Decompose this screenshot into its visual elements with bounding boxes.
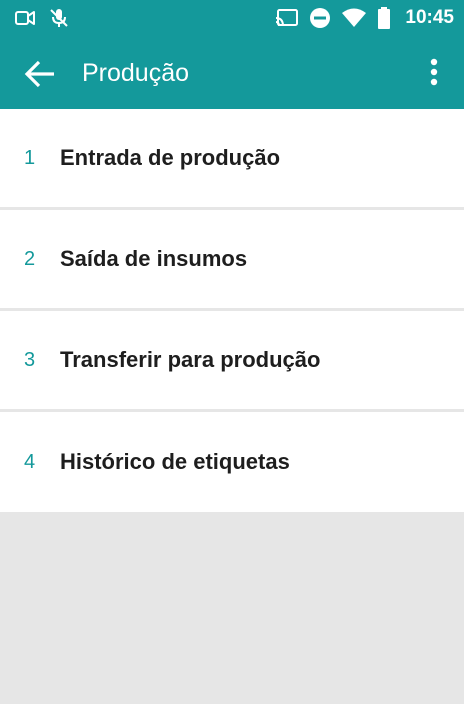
app-bar: Produção xyxy=(0,36,464,109)
back-button[interactable] xyxy=(18,52,62,96)
list-item-label: Saída de insumos xyxy=(60,246,248,271)
more-options-button[interactable] xyxy=(422,52,446,92)
list-item-saida-de-insumos[interactable]: 2 Saída de insumos xyxy=(0,210,464,311)
list-item-number: 2 xyxy=(24,247,36,270)
list-item-label: Entrada de produção xyxy=(60,145,281,170)
list-item-label: Transferir para produção xyxy=(60,347,321,372)
cast-icon xyxy=(275,8,299,28)
page-title: Produção xyxy=(82,59,190,87)
list-item-entrada-de-producao[interactable]: 1 Entrada de produção xyxy=(0,109,464,210)
video-camera-icon xyxy=(14,9,36,27)
empty-background xyxy=(0,517,464,704)
more-vertical-icon xyxy=(430,58,438,86)
list-item-historico-de-etiquetas[interactable]: 4 Histórico de etiquetas xyxy=(0,412,464,512)
status-time: 10:45 xyxy=(405,7,454,28)
list-item-number: 1 xyxy=(24,146,36,169)
wifi-icon xyxy=(341,8,367,28)
do-not-disturb-icon xyxy=(309,7,331,29)
list-item-label: Histórico de etiquetas xyxy=(60,449,290,474)
arrow-back-icon xyxy=(24,60,56,88)
battery-icon xyxy=(377,7,391,29)
status-left-icons xyxy=(14,7,70,29)
status-right-icons: 10:45 xyxy=(275,6,454,30)
list-item-transferir-para-producao[interactable]: 3 Transferir para produção xyxy=(0,311,464,412)
production-menu-list: 1 Entrada de produção 2 Saída de insumos… xyxy=(0,109,464,512)
mic-off-icon xyxy=(48,7,70,29)
list-item-number: 4 xyxy=(24,450,36,473)
status-bar: 10:45 xyxy=(0,0,464,36)
list-item-number: 3 xyxy=(24,348,36,371)
